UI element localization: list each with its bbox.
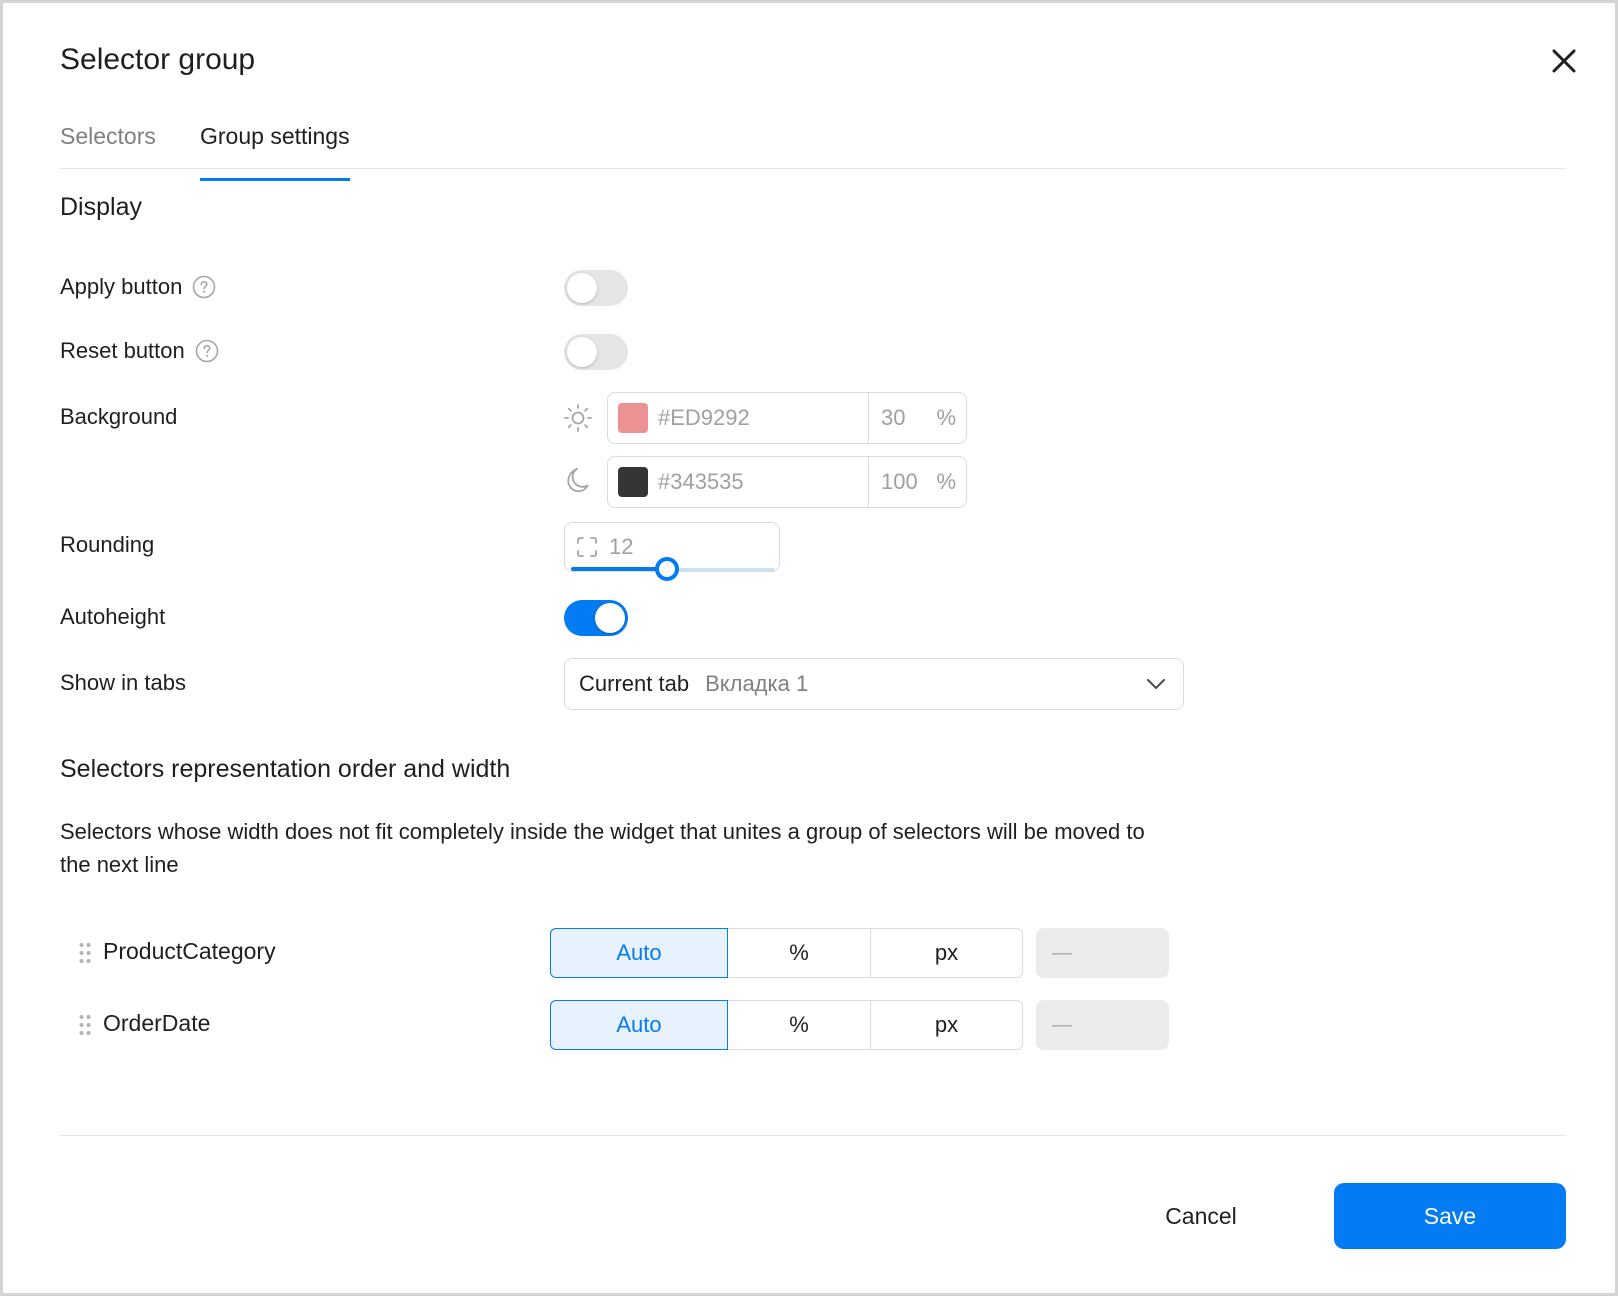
tab-group-settings[interactable]: Group settings: [200, 123, 350, 181]
order-description: Selectors whose width does not fit compl…: [60, 819, 1145, 877]
width-mode-px[interactable]: px: [871, 1000, 1023, 1050]
selector-name: OrderDate: [103, 1010, 211, 1036]
show-in-tabs-hint: Вкладка 1: [705, 671, 809, 696]
tab-bar: Selectors Group settings: [60, 111, 1566, 181]
rounding-slider-thumb[interactable]: [654, 557, 679, 581]
selector-row: OrderDate Auto % px —: [60, 1000, 1180, 1050]
save-button[interactable]: Save: [1334, 1183, 1566, 1249]
width-mode-auto[interactable]: Auto: [550, 928, 728, 978]
dialog-title: Selector group: [60, 43, 256, 76]
rounding-label: Rounding: [60, 532, 155, 557]
autoheight-label: Autoheight: [60, 604, 166, 629]
background-label: Background: [60, 404, 178, 429]
reset-button-row-label: Reset button: [60, 338, 219, 364]
help-icon[interactable]: [195, 339, 219, 363]
selector-name: ProductCategory: [103, 938, 276, 964]
background-light-hex-value: #ED9292: [658, 405, 750, 430]
help-icon[interactable]: [192, 275, 216, 299]
background-dark-hex-input[interactable]: #343535: [608, 457, 869, 507]
drag-handle-icon[interactable]: [78, 1014, 92, 1036]
percent-unit: %: [936, 405, 956, 430]
percent-unit: %: [936, 469, 956, 494]
toggle-knob: [595, 603, 625, 633]
rounding-slider-fill: [571, 567, 667, 571]
display-section-title: Display: [60, 193, 142, 221]
background-light-opacity-input[interactable]: 30 %: [869, 393, 966, 443]
autoheight-toggle[interactable]: [564, 600, 628, 636]
footer-divider: [60, 1135, 1566, 1136]
order-section-title: Selectors representation order and width: [60, 755, 511, 783]
width-mode-percent[interactable]: %: [728, 1000, 871, 1050]
chevron-down-icon: [1147, 679, 1165, 689]
width-mode-percent[interactable]: %: [728, 928, 871, 978]
show-in-tabs-value: Current tab: [579, 671, 690, 696]
apply-button-label: Apply button: [60, 274, 183, 299]
moon-icon: [567, 468, 589, 493]
width-value-input: —: [1036, 1000, 1169, 1050]
background-dark-swatch[interactable]: [618, 467, 648, 497]
selector-group-dialog: Selector group Selectors Group settings …: [0, 0, 1618, 1296]
tab-selectors[interactable]: Selectors: [60, 123, 156, 168]
cancel-button[interactable]: Cancel: [1127, 1183, 1275, 1249]
width-mode-px[interactable]: px: [871, 928, 1023, 978]
show-in-tabs-select[interactable]: Current tab Вкладка 1: [564, 658, 1184, 710]
background-dark-opacity-input[interactable]: 100 %: [869, 457, 966, 507]
reset-button-label: Reset button: [60, 338, 185, 363]
reset-button-toggle[interactable]: [564, 334, 628, 370]
background-light-opacity-value: 30: [881, 405, 906, 430]
toggle-knob: [567, 273, 597, 303]
background-dark-opacity-value: 100: [881, 469, 918, 494]
corner-radius-icon: [577, 537, 597, 557]
show-in-tabs-label: Show in tabs: [60, 670, 186, 695]
apply-button-row-label: Apply button: [60, 274, 216, 300]
drag-handle-icon[interactable]: [78, 942, 92, 964]
width-mode-segmented: Auto % px: [550, 928, 1023, 978]
apply-button-toggle[interactable]: [564, 270, 628, 306]
width-mode-auto[interactable]: Auto: [550, 1000, 728, 1050]
selector-row: ProductCategory Auto % px —: [60, 928, 1180, 978]
background-light-color-field: #ED9292 30 %: [607, 392, 967, 444]
width-mode-segmented: Auto % px: [550, 1000, 1023, 1050]
close-icon: [1552, 49, 1576, 73]
background-light-swatch[interactable]: [618, 403, 648, 433]
close-button[interactable]: [1546, 43, 1582, 79]
rounding-value: 12: [609, 534, 634, 559]
background-dark-hex-value: #343535: [658, 469, 744, 494]
background-light-hex-input[interactable]: #ED9292: [608, 393, 869, 443]
width-value-input: —: [1036, 928, 1169, 978]
sun-icon: [564, 404, 592, 432]
toggle-knob: [567, 337, 597, 367]
background-dark-color-field: #343535 100 %: [607, 456, 967, 508]
